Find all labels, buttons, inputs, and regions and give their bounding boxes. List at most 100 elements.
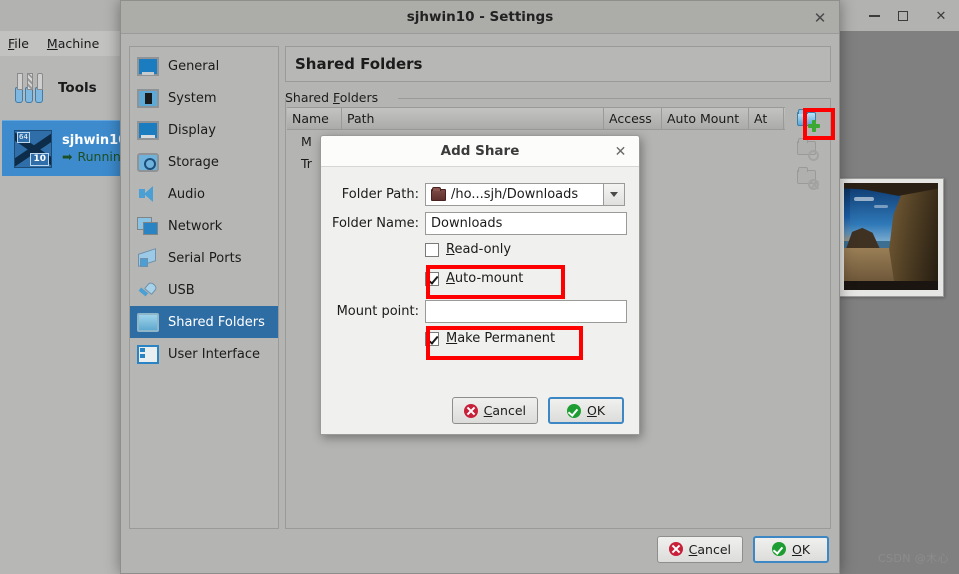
column-header-auto-mount[interactable]: Auto Mount [662, 108, 749, 129]
check-icon [771, 542, 786, 556]
folder-name-input[interactable]: Downloads [425, 212, 627, 235]
mount-point-input[interactable] [425, 300, 627, 323]
ok-button[interactable]: OK [753, 535, 829, 563]
minimize-icon[interactable] [861, 6, 887, 26]
read-only-row: Read-only [321, 242, 639, 257]
read-only-checkbox[interactable]: Read-only [425, 242, 511, 257]
menu-file[interactable]: File [8, 36, 29, 51]
sidebar-item-system[interactable]: System [130, 82, 278, 114]
close-icon[interactable]: ✕ [809, 7, 831, 29]
add-share-dialog: Add Share ✕ Folder Path: /ho...sjh/Downl… [320, 135, 640, 435]
cancel-label: Cancel [688, 541, 731, 557]
auto-mount-checkbox[interactable]: Auto-mount [425, 271, 523, 286]
column-header-access[interactable]: Access [604, 108, 662, 129]
sidebar-item-general[interactable]: General [130, 50, 278, 82]
mount-point-row: Mount point: [321, 300, 639, 323]
sidebar-item-serial-ports[interactable]: Serial Ports [130, 242, 278, 274]
row-name: Tr [301, 155, 312, 171]
gear-badge-icon [808, 150, 819, 161]
checkbox-box [425, 242, 439, 257]
serial-port-icon [137, 249, 159, 268]
cancel-button[interactable]: Cancel [656, 535, 743, 563]
shared-folders-toolbar [786, 107, 828, 190]
sidebar-item-network[interactable]: Network [130, 210, 278, 242]
folder-name-row: Folder Name: Downloads [321, 212, 639, 235]
column-header-path[interactable]: Path [342, 108, 604, 129]
vm-arch-badge: 64 [17, 131, 30, 143]
dialog-footer: Cancel OK [321, 397, 639, 424]
speaker-icon [137, 185, 159, 204]
chevron-down-icon [610, 192, 618, 197]
dialog-ok-button[interactable]: OK [548, 397, 624, 424]
usb-icon [137, 281, 159, 300]
chip-icon [137, 88, 159, 108]
sidebar-item-label: User Interface [168, 346, 260, 362]
window-title: sjhwin10 - Settings [406, 9, 554, 25]
settings-titlebar: sjhwin10 - Settings ✕ [121, 1, 839, 34]
sidebar-item-label: Serial Ports [168, 250, 242, 266]
ok-label: OK [791, 541, 811, 557]
cancel-icon [668, 542, 683, 556]
sidebar-item-usb[interactable]: USB [130, 274, 278, 306]
sidebar-item-label: Network [168, 218, 223, 234]
beach-cave-photo [844, 183, 938, 290]
vm-name: sjhwin10 [62, 133, 128, 148]
check-icon [566, 403, 581, 418]
plus-badge-icon [808, 120, 820, 132]
make-permanent-checkbox[interactable]: Make Permanent [425, 331, 555, 346]
folder-path-row: Folder Path: /ho...sjh/Downloads [321, 183, 639, 206]
desktop-photo-thumbnail [838, 178, 944, 297]
close-icon[interactable]: ✕ [611, 142, 630, 161]
folder-name-value: Downloads [431, 216, 503, 231]
auto-mount-label: Auto-mount [446, 271, 524, 286]
sidebar-item-label: Shared Folders [168, 314, 265, 330]
sidebar-item-label: General [168, 58, 220, 74]
settings-footer: Cancel OK [121, 525, 839, 573]
window-icon [137, 344, 159, 364]
dialog-cancel-button[interactable]: Cancel [451, 397, 538, 424]
sidebar-item-label: Storage [168, 154, 219, 170]
menu-machine[interactable]: Machine [47, 36, 99, 51]
disk-icon [137, 152, 159, 172]
sidebar-item-label: Display [168, 122, 216, 138]
folder-path-label: Folder Path: [341, 187, 419, 202]
make-permanent-label: Make Permanent [446, 331, 556, 346]
x-badge-icon [808, 179, 819, 190]
sidebar-item-label: USB [168, 282, 195, 298]
sidebar-item-label: Audio [168, 186, 205, 202]
vm-state-label: Runnin [77, 149, 121, 164]
remove-shared-folder-button [794, 165, 820, 190]
table-header-row: Name Path Access Auto Mount At [287, 107, 785, 130]
row-name: M [301, 133, 312, 149]
ok-label: OK [586, 403, 606, 418]
close-icon[interactable]: ✕ [928, 6, 954, 26]
sidebar-item-storage[interactable]: Storage [130, 146, 278, 178]
folder-path-dropdown-button[interactable] [603, 183, 625, 206]
column-header-name[interactable]: Name [287, 108, 342, 129]
edit-shared-folder-button [794, 136, 820, 161]
auto-mount-row: Auto-mount [321, 271, 639, 286]
add-shared-folder-button[interactable] [794, 107, 820, 132]
display-icon [137, 120, 159, 140]
vm-version-badge: 10 [30, 152, 49, 166]
watermark: CSDN @木心 [877, 552, 949, 565]
shared-folder-icon [137, 312, 159, 332]
tools-label: Tools [58, 80, 97, 96]
maximize-icon[interactable] [890, 6, 916, 26]
folder-name-label: Folder Name: [331, 216, 419, 231]
make-permanent-row: Make Permanent [321, 331, 639, 346]
sidebar-item-label: System [168, 90, 217, 106]
sidebar-item-display[interactable]: Display [130, 114, 278, 146]
sidebar-item-user-interface[interactable]: User Interface [130, 338, 278, 370]
page-title: Shared Folders [285, 46, 831, 82]
folder-icon [431, 186, 446, 201]
read-only-label: Read-only [446, 242, 512, 257]
sidebar-item-shared-folders[interactable]: Shared Folders [130, 306, 278, 338]
running-arrow-icon: ➡ [62, 149, 73, 164]
vm-state: ➡ Runnin [62, 149, 127, 164]
column-header-at[interactable]: At [749, 108, 784, 129]
sidebar-item-audio[interactable]: Audio [130, 178, 278, 210]
folder-path-input[interactable]: /ho...sjh/Downloads [425, 183, 603, 206]
cancel-icon [463, 403, 478, 418]
monitor-icon [137, 56, 159, 76]
